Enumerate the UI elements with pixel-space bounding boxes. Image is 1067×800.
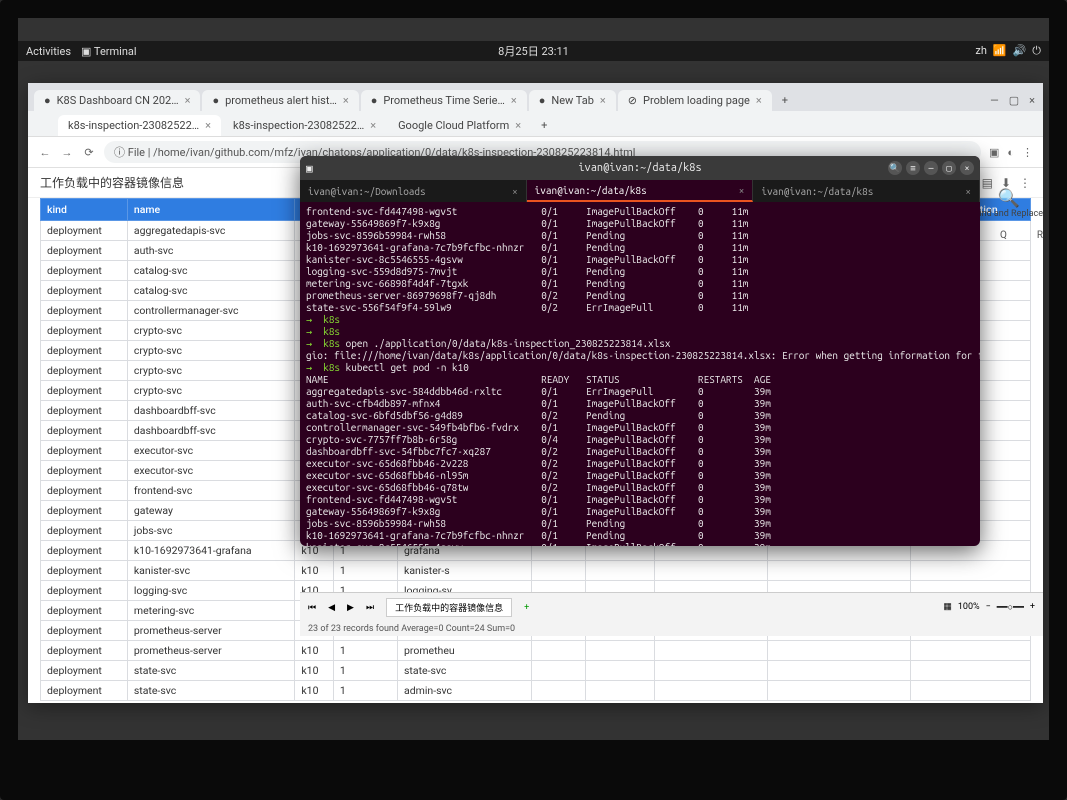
sheet-view-icon[interactable]: ▦ xyxy=(943,602,952,613)
new-tab-button[interactable]: + xyxy=(774,90,796,111)
terminal-output[interactable]: frontend-svc-fd447498-wgv5t 0/1 ImagePul… xyxy=(300,202,980,546)
terminal-window: ▣ ivan@ivan:~/data/k8s 🔍 ≡ — ▢ × ivan@iv… xyxy=(300,156,980,546)
sheet-col-headers: Q R xyxy=(1000,230,1043,241)
close-icon[interactable]: × xyxy=(739,185,745,196)
sheet-add-tab[interactable]: + xyxy=(524,603,529,613)
terminal-title: ivan@ivan:~/data/k8s xyxy=(578,162,701,174)
new-tab-button[interactable]: + xyxy=(533,115,555,136)
reload-icon[interactable]: ⟳ xyxy=(82,146,96,159)
lang-icon[interactable]: zh xyxy=(975,44,987,58)
terminal-menu-icon[interactable]: ▣ xyxy=(306,162,313,175)
find-replace-button[interactable]: 🔍Find and Replace xyxy=(974,188,1043,219)
activities-button[interactable]: Activities xyxy=(26,45,71,58)
tab-prometheus-ts[interactable]: ●Prometheus Time Serie…× xyxy=(361,90,527,111)
power-icon[interactable]: ⏻ xyxy=(1032,44,1041,58)
table-row[interactable]: deploymentstate-svck101state-svc xyxy=(41,661,1031,681)
term-tab-k8s-1[interactable]: ivan@ivan:~/data/k8s× xyxy=(527,180,754,202)
back-icon[interactable]: ← xyxy=(38,146,52,159)
close-icon[interactable]: × xyxy=(512,186,518,197)
close-icon[interactable]: × xyxy=(370,119,376,132)
col-kind: kind xyxy=(41,199,128,221)
tab-k8s-dashboard[interactable]: ●K8S Dashboard CN 202…× xyxy=(34,90,200,111)
term-search-icon[interactable]: 🔍 xyxy=(888,161,902,175)
table-row[interactable]: deploymentstate-svck101admin-svc xyxy=(41,681,1031,701)
close-icon[interactable]: × xyxy=(515,119,521,132)
window-close-icon[interactable]: × xyxy=(1029,94,1035,107)
extension-icon[interactable]: ▣ xyxy=(989,146,999,159)
close-icon[interactable]: × xyxy=(600,94,606,107)
terminal-titlebar[interactable]: ▣ ivan@ivan:~/data/k8s 🔍 ≡ — ▢ × xyxy=(300,156,980,180)
window-min-icon[interactable]: — xyxy=(990,94,999,107)
terminal-tabstrip: ivan@ivan:~/Downloads× ivan@ivan:~/data/… xyxy=(300,180,980,202)
sheet-nav-next[interactable]: ▶ xyxy=(347,603,354,613)
tab-inspection-2[interactable]: k8s-inspection-23082522…× xyxy=(223,115,386,136)
close-icon[interactable]: × xyxy=(343,94,349,107)
browser-tabstrip-top: ●K8S Dashboard CN 202…× ●prometheus aler… xyxy=(28,83,1043,111)
close-icon[interactable]: × xyxy=(511,94,517,107)
term-min-icon[interactable]: — xyxy=(924,161,938,175)
menu-icon[interactable]: ⋮ xyxy=(1022,146,1033,159)
term-tab-downloads[interactable]: ivan@ivan:~/Downloads× xyxy=(300,180,527,202)
tab-gcp[interactable]: Google Cloud Platform× xyxy=(388,115,531,136)
term-max-icon[interactable]: ▢ xyxy=(942,161,956,175)
window-max-icon[interactable]: ▢ xyxy=(1009,94,1019,107)
tab-new[interactable]: ●New Tab× xyxy=(529,90,616,111)
sheet-zoom-in[interactable]: + xyxy=(1030,602,1035,613)
tab-problem[interactable]: ⊘Problem loading page× xyxy=(618,90,772,111)
sheet-statusbar: 23 of 23 records found Average=0 Count=2… xyxy=(300,622,1043,636)
sheet-nav-first[interactable]: ⏮ xyxy=(308,603,316,613)
account-icon[interactable]: ◐ xyxy=(1007,146,1014,159)
network-icon[interactable]: 📶 xyxy=(993,44,1007,58)
col-r[interactable]: R xyxy=(1037,230,1043,241)
tab-inspection-1[interactable]: k8s-inspection-23082522…× xyxy=(58,115,221,136)
close-icon[interactable]: × xyxy=(965,186,971,197)
gnome-topbar: Activities ▣ Terminal 8月25日 23:11 zh 📶 🔊… xyxy=(18,41,1049,61)
term-close-icon[interactable]: × xyxy=(960,161,974,175)
sheet-zoom[interactable]: 100% xyxy=(958,602,980,613)
col-name: name xyxy=(127,199,294,221)
col-q[interactable]: Q xyxy=(1000,230,1007,241)
browser-tabstrip-sub: k8s-inspection-23082522…× k8s-inspection… xyxy=(28,111,1043,137)
taskbar-app[interactable]: ▣ Terminal xyxy=(81,45,137,58)
table-row[interactable]: deploymentprometheus-serverk101prometheu xyxy=(41,641,1031,661)
forward-icon[interactable]: → xyxy=(60,146,74,159)
tab-prometheus-alert[interactable]: ●prometheus alert hist…× xyxy=(202,90,358,111)
sheet-nav-prev[interactable]: ◀ xyxy=(328,603,335,613)
sheet-zoom-out[interactable]: − xyxy=(986,602,991,613)
sheet-nav-last[interactable]: ⏭ xyxy=(366,603,374,613)
sheet-tab[interactable]: 工作负载中的容器镜像信息 xyxy=(386,598,512,617)
sheet-tabbar: ⏮ ◀ ▶ ⏭ 工作负载中的容器镜像信息 + ▦ 100% − ━━○━━ + xyxy=(300,592,1043,622)
table-row[interactable]: deploymentkanister-svck101kanister-s xyxy=(41,561,1031,581)
close-icon[interactable]: × xyxy=(205,119,211,132)
close-icon[interactable]: × xyxy=(185,94,191,107)
page-title: 工作负载中的容器镜像信息 xyxy=(40,174,184,191)
term-tab-k8s-2[interactable]: ivan@ivan:~/data/k8s× xyxy=(753,180,980,202)
close-icon[interactable]: × xyxy=(756,94,762,107)
clock: 8月25日 23:11 xyxy=(498,43,569,59)
volume-icon[interactable]: 🔊 xyxy=(1013,44,1027,58)
term-menu-icon[interactable]: ≡ xyxy=(906,161,920,175)
